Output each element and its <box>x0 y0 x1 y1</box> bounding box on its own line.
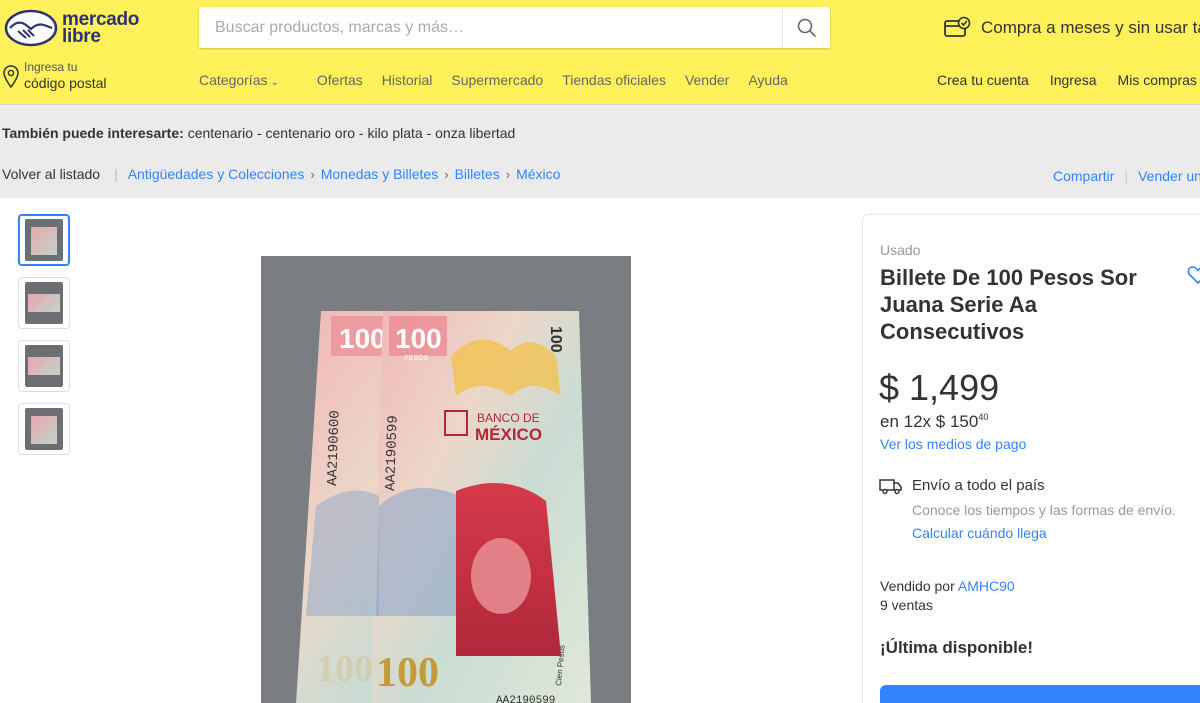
nav-offers[interactable]: Ofertas <box>317 72 363 88</box>
seller-link[interactable]: AMHC90 <box>958 578 1015 594</box>
favorite-button[interactable] <box>1187 265 1200 290</box>
seller-info: Vendido por AMHC90 <box>880 578 1015 594</box>
shipping-title: Envío a todo el país <box>912 477 1045 494</box>
nav-categories[interactable]: Categorías ⌄ <box>199 72 298 88</box>
price: $1,499 <box>879 367 999 409</box>
front-note-serial: AA2190599 <box>383 415 402 491</box>
bank-name-line-1: BANCO DE <box>477 411 540 425</box>
promo-banner[interactable]: Compra a meses y sin usar tarjeta <box>943 14 1200 42</box>
user-nav: Crea tu cuenta Ingresa Mis compras <box>937 72 1200 88</box>
bank-name-line-2: MÉXICO <box>475 425 542 444</box>
search-input[interactable] <box>215 7 775 48</box>
login-link[interactable]: Ingresa <box>1050 72 1097 88</box>
thumbnail-4[interactable] <box>18 403 70 455</box>
price-currency: $ <box>879 367 900 408</box>
buy-box: Usado Billete De 100 Pesos Sor Juana Ser… <box>862 214 1200 703</box>
mercadolibre-logo[interactable]: mercado libre <box>4 8 154 48</box>
price-amount: 1,499 <box>909 367 1000 408</box>
share-link[interactable]: Compartir <box>1053 168 1114 184</box>
seller-sales: 9 ventas <box>880 597 933 613</box>
chevron-right-icon: › <box>310 166 315 182</box>
breadcrumb-antiques[interactable]: Antigüedades y Colecciones <box>128 166 305 182</box>
back-note-denomination: 100 <box>339 323 386 354</box>
thumbnail-list <box>18 214 70 466</box>
thumbnail-image <box>25 408 63 450</box>
back-to-list-link[interactable]: Volver al listado <box>2 166 100 182</box>
thumbnail-2[interactable] <box>18 277 70 329</box>
nav-history[interactable]: Historial <box>382 72 433 88</box>
installments-amount: en 12x $ 150 <box>880 412 979 431</box>
sell-same-link[interactable]: Vender uno igual <box>1138 168 1200 184</box>
shipping-subtitle: Conoce los tiempos y las formas de envío… <box>912 502 1176 518</box>
share-divider: | <box>1124 168 1129 184</box>
location-hint: Ingresa tu <box>24 60 78 74</box>
breadcrumb-coins-bills[interactable]: Monedas y Billetes <box>321 166 439 182</box>
product-photo[interactable]: 100 AA2190600 100 PESOS 100 AA2190599 BA… <box>261 256 631 703</box>
nav-sell[interactable]: Vender <box>685 72 729 88</box>
breadcrumb: Volver al listado | Antigüedades y Colec… <box>2 166 560 182</box>
seller-prefix: Vendido por <box>880 578 955 594</box>
heart-icon <box>1187 266 1200 285</box>
calculate-shipping-link[interactable]: Calcular cuándo llega <box>912 525 1047 541</box>
location-pin-icon <box>3 65 19 89</box>
header: mercado libre Compra a meses y sin usar … <box>0 0 1200 104</box>
related-items[interactable]: centenario - centenario oro - kilo plata… <box>188 125 516 141</box>
buy-now-button[interactable] <box>880 685 1200 703</box>
nav-help[interactable]: Ayuda <box>748 72 787 88</box>
search-button[interactable] <box>782 7 830 48</box>
thumbnail-image <box>25 219 63 261</box>
installments-cents: 40 <box>978 412 989 422</box>
nav-categories-label: Categorías <box>199 72 268 88</box>
credit-check-icon <box>944 16 971 37</box>
back-gold-denomination: 100 <box>316 648 373 690</box>
logo-line-2: libre <box>62 26 101 47</box>
related-label: También puede interesarte: <box>2 125 184 141</box>
my-purchases-link[interactable]: Mis compras <box>1118 72 1197 88</box>
banknote-photo-graphic: 100 AA2190600 100 PESOS 100 AA2190599 BA… <box>261 256 631 703</box>
nav-official-stores[interactable]: Tiendas oficiales <box>562 72 666 88</box>
gold-denomination: 100 <box>376 650 439 696</box>
thumbnail-3[interactable] <box>18 340 70 392</box>
front-note-currency: PESOS <box>404 355 428 362</box>
location-label: código postal <box>24 75 107 91</box>
payment-methods-link[interactable]: Ver los medios de pago <box>880 436 1026 452</box>
back-note-serial: AA2190600 <box>325 410 344 486</box>
installments: en 12x $ 15040 <box>880 412 988 432</box>
postal-code-selector[interactable]: Ingresa tu código postal <box>2 60 107 92</box>
bottom-serial: AA2190599 <box>496 695 555 703</box>
handshake-logo-icon <box>4 9 58 47</box>
promo-text: Compra a meses y sin usar tarjeta <box>981 18 1200 37</box>
breadcrumb-bills[interactable]: Billetes <box>455 166 500 182</box>
chevron-right-icon: › <box>505 166 511 182</box>
item-condition: Usado <box>880 242 921 258</box>
thumbnail-image <box>25 282 63 324</box>
breadcrumb-mexico[interactable]: México <box>516 166 560 182</box>
stock-status: ¡Última disponible! <box>880 638 1033 657</box>
product-card: 100 AA2190600 100 PESOS 100 AA2190599 BA… <box>0 198 1200 703</box>
breadcrumb-divider: | <box>114 166 118 182</box>
truck-icon <box>879 477 903 500</box>
search-icon <box>797 18 816 37</box>
logo-text: mercado libre <box>62 10 139 47</box>
thumbnail-image <box>25 345 63 387</box>
search-bar <box>199 7 830 48</box>
share-links: Compartir | Vender uno igual <box>1053 168 1200 184</box>
chevron-right-icon: › <box>444 166 449 182</box>
related-searches: También puede interesarte: centenario - … <box>2 125 515 141</box>
chevron-down-icon: ⌄ <box>270 77 279 88</box>
nav-supermarket[interactable]: Supermercado <box>451 72 543 88</box>
product-title: Billete De 100 Pesos Sor Juana Serie Aa … <box>880 265 1137 344</box>
create-account-link[interactable]: Crea tu cuenta <box>937 72 1029 88</box>
main-nav: Categorías ⌄ Ofertas Historial Supermerca… <box>199 72 807 88</box>
thumbnail-1[interactable] <box>18 214 70 266</box>
front-note-vertical-denomination: 100 <box>547 326 564 353</box>
front-note-denomination: 100 <box>395 323 442 354</box>
